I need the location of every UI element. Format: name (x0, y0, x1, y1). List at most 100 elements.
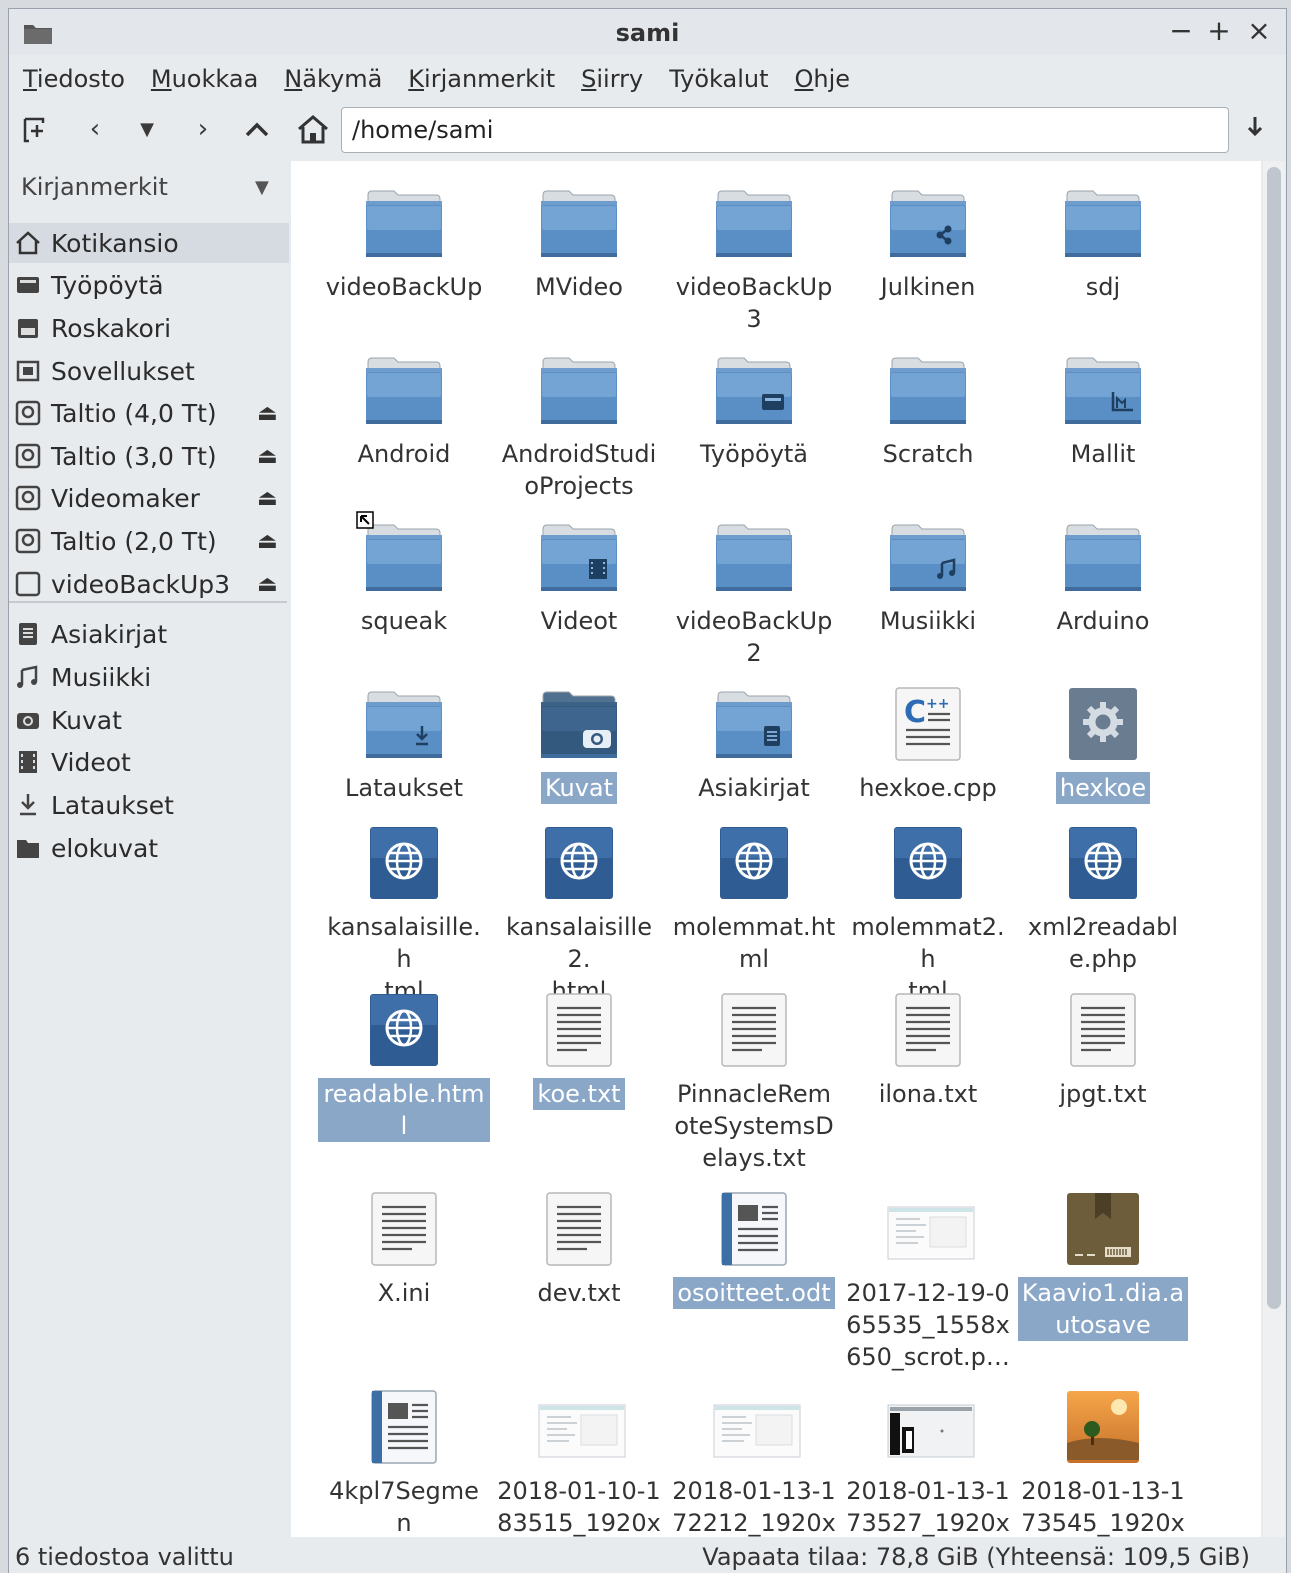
menu-accelerator: K (408, 65, 425, 93)
sidebar-item-taltio-3-0-tt[interactable]: Taltio (3,0 Tt) ⏏ (9, 436, 289, 476)
file-item[interactable]: dev.txt (492, 1189, 666, 1309)
sidebar-item-elokuvat[interactable]: elokuvat (9, 828, 289, 868)
sidebar-item-label: Sovellukset (51, 356, 195, 386)
minimize-button[interactable]: − (1167, 17, 1195, 45)
file-item[interactable]: readable.html (317, 990, 491, 1142)
file-item[interactable]: osoitteet.odt (667, 1189, 841, 1309)
close-button[interactable]: × (1245, 17, 1273, 45)
file-item[interactable]: Kaavio1.dia.a utosave (1016, 1189, 1190, 1341)
history-dropdown-button[interactable]: ▼ (129, 111, 165, 147)
public-folder-icon (886, 183, 970, 265)
eject-icon[interactable]: ⏏ (257, 486, 278, 511)
file-item[interactable]: Julkinen (841, 183, 1015, 303)
sidebar-header-dropdown-icon[interactable]: ▼ (255, 177, 269, 198)
sidebar-item-musiikki[interactable]: Musiikki (9, 657, 289, 697)
file-item[interactable]: videoBackUp 2 (667, 517, 841, 669)
home-button[interactable] (295, 111, 331, 147)
file-item[interactable]: molemmat.ht ml (667, 823, 841, 975)
parent-folder-button[interactable] (239, 111, 275, 147)
sidebar-item-sovellukset[interactable]: Sovellukset (9, 351, 289, 391)
file-item[interactable]: Kuvat (492, 684, 666, 804)
eject-icon[interactable]: ⏏ (257, 572, 278, 597)
file-name-label: videoBackUp (325, 273, 483, 301)
sidebar-item-label: Kotikansio (51, 228, 179, 258)
file-item[interactable]: Videot (492, 517, 666, 637)
sidebar-item-lataukset[interactable]: Lataukset (9, 785, 289, 825)
address-input[interactable] (341, 107, 1229, 153)
sidebar-item-taltio-2-0-tt[interactable]: Taltio (2,0 Tt) ⏏ (9, 521, 289, 561)
menu-accelerator: S (581, 65, 597, 93)
file-item[interactable]: Lataukset (317, 684, 491, 804)
folder-icon (537, 183, 621, 265)
file-item[interactable]: 4kpl7Segmen tti.odt (317, 1387, 491, 1537)
maximize-button[interactable]: + (1205, 17, 1233, 45)
forward-button[interactable]: › (185, 111, 221, 147)
sidebar-item-asiakirjat[interactable]: Asiakirjat (9, 614, 289, 654)
menu-kirjanmerkit[interactable]: Kirjanmerkit (408, 65, 555, 93)
sidebar-item-label: Roskakori (51, 313, 172, 343)
sidebar-item-videobackup3[interactable]: videoBackUp3 ⏏ (9, 564, 289, 604)
trash-icon (13, 315, 43, 341)
menu-ohje[interactable]: Ohje (795, 65, 851, 93)
sidebar-item-kuvat[interactable]: Kuvat (9, 700, 289, 740)
file-item[interactable]: molemmat2.h tml (841, 823, 1015, 1007)
back-button[interactable]: ‹ (77, 111, 113, 147)
file-item[interactable]: jpgt.txt (1016, 990, 1190, 1110)
sidebar-item-videomaker[interactable]: Videomaker ⏏ (9, 478, 289, 518)
file-item[interactable]: PinnacleRem oteSystemsD elays.txt (667, 990, 841, 1174)
menu-näkymä[interactable]: Näkymä (284, 65, 382, 93)
eject-icon[interactable]: ⏏ (257, 444, 278, 469)
file-item[interactable]: Työpöytä (667, 350, 841, 470)
file-name-label: ilona.txt (878, 1080, 978, 1108)
file-item[interactable]: 2018-01-13-1 72212_1920x (667, 1387, 841, 1537)
file-icon-view[interactable]: videoBackUp MVideo videoBackUp 3 Julkinen sd… (291, 161, 1261, 1537)
file-item[interactable]: videoBackUp (317, 183, 491, 303)
menu-siirry[interactable]: Siirry (581, 65, 643, 93)
sidebar-item-taltio-4-0-tt[interactable]: Taltio (4,0 Tt) ⏏ (9, 393, 289, 433)
sidebar-header[interactable]: Kirjanmerkit (21, 173, 168, 201)
film-icon (13, 749, 43, 775)
sidebar-item-videot[interactable]: Videot (9, 742, 289, 782)
sidebar-item-roskakori[interactable]: Roskakori (9, 308, 289, 348)
file-item[interactable]: Scratch (841, 350, 1015, 470)
folder-icon (537, 350, 621, 432)
vertical-scrollbar[interactable] (1263, 161, 1285, 1537)
file-item[interactable]: 2018-01-13-1 73545_1920x (1016, 1387, 1190, 1537)
menu-tiedosto[interactable]: Tiedosto (23, 65, 125, 93)
eject-icon[interactable]: ⏏ (257, 401, 278, 426)
menu-työkalut[interactable]: Työkalut (669, 65, 768, 93)
file-item[interactable]: videoBackUp 3 (667, 183, 841, 335)
sidebar-item-kotikansio[interactable]: Kotikansio (9, 223, 289, 263)
file-item[interactable]: xml2readabl e.php (1016, 823, 1190, 975)
file-item[interactable]: X.ini (317, 1189, 491, 1309)
file-item[interactable]: 2018-01-10-1 83515_1920x (492, 1387, 666, 1537)
menu-muokkaa[interactable]: Muokkaa (151, 65, 258, 93)
scrollbar-thumb[interactable] (1267, 167, 1281, 1309)
file-name-label: Julkinen (880, 273, 976, 301)
file-name-label: dev.txt (537, 1279, 621, 1307)
eject-icon[interactable]: ⏏ (257, 529, 278, 554)
title-bar[interactable]: sami − + × (9, 9, 1286, 55)
file-item[interactable]: Musiikki (841, 517, 1015, 637)
chevron-up-icon (245, 122, 269, 137)
file-item[interactable]: Mallit (1016, 350, 1190, 470)
file-item[interactable]: 2017-12-19-0 65535_1558x 650_scrot.p… (841, 1189, 1015, 1373)
file-item[interactable]: ilona.txt (841, 990, 1015, 1110)
file-item[interactable]: kansalaisille2. html (492, 823, 666, 1007)
new-tab-button[interactable] (19, 111, 55, 147)
file-item[interactable]: sdj (1016, 183, 1190, 303)
file-item[interactable]: kansalaisille.h tml (317, 823, 491, 1007)
file-item[interactable]: hexkoe (1016, 684, 1190, 804)
folder-icon (712, 517, 796, 599)
file-item[interactable]: C ++ hexkoe.cpp (841, 684, 1015, 804)
file-item[interactable]: Asiakirjat (667, 684, 841, 804)
file-item[interactable]: Arduino (1016, 517, 1190, 637)
file-item[interactable]: Android (317, 350, 491, 470)
sidebar-item-työpöytä[interactable]: Työpöytä (9, 265, 289, 305)
file-item[interactable]: squeak (317, 511, 491, 637)
file-item[interactable]: AndroidStudi oProjects (492, 350, 666, 502)
file-item[interactable]: koe.txt (492, 990, 666, 1110)
file-item[interactable]: 2018-01-13-1 73527_1920x (841, 1387, 1015, 1537)
go-button[interactable] (1241, 111, 1277, 147)
file-item[interactable]: MVideo (492, 183, 666, 303)
